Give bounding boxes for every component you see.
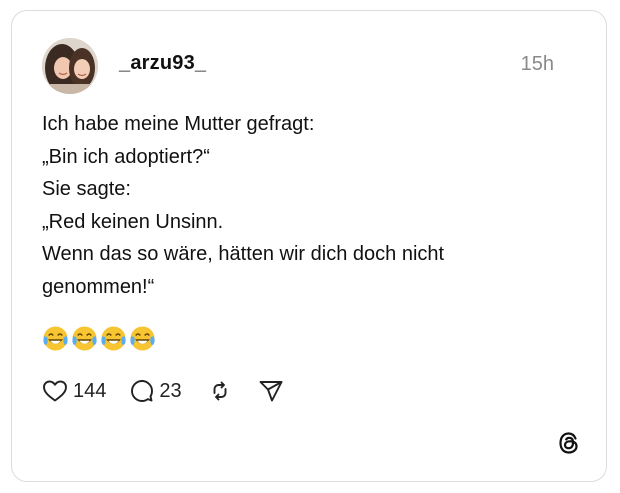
repost-icon <box>213 381 227 401</box>
face-with-tears-of-joy-icon <box>43 326 68 351</box>
action-bar: 144 23 <box>42 375 284 407</box>
reply-button[interactable]: 23 <box>130 379 182 403</box>
heart-icon <box>43 380 67 402</box>
post-text-line: genommen!“ <box>42 275 155 298</box>
face-with-tears-of-joy-icon <box>72 326 97 351</box>
post-text-line: Ich habe meine Mutter gefragt: <box>42 113 315 135</box>
repost-button[interactable] <box>208 379 232 403</box>
face-with-tears-of-joy-icon <box>130 326 155 351</box>
avatar-photo <box>42 38 98 94</box>
post-text-line: Sie sagte: <box>42 178 131 200</box>
emoji-row <box>42 325 156 352</box>
share-icon <box>259 381 283 402</box>
like-count: 144 <box>73 379 107 402</box>
reply-count: 23 <box>159 379 182 402</box>
username[interactable]: _arzu93_ <box>119 52 206 75</box>
post-text-line: „Red keinen Unsinn. <box>42 210 224 233</box>
timestamp: 15h <box>520 53 554 75</box>
post-text-line: Wenn das so wäre, hätten wir dich doch n… <box>42 243 445 265</box>
threads-logo-icon[interactable] <box>556 430 582 456</box>
avatar[interactable] <box>42 38 98 94</box>
post-text: Ich habe meine Mutter gefragt: „Bin ich … <box>42 108 582 303</box>
like-button[interactable]: 144 <box>42 379 106 403</box>
share-button[interactable] <box>258 379 284 403</box>
post-text-line: „Bin ich adoptiert?“ <box>42 145 210 168</box>
post-card: _arzu93_ 15h Ich habe meine Mutter gefra… <box>11 10 607 482</box>
face-with-tears-of-joy-icon <box>101 326 126 351</box>
comment-icon <box>131 380 154 402</box>
